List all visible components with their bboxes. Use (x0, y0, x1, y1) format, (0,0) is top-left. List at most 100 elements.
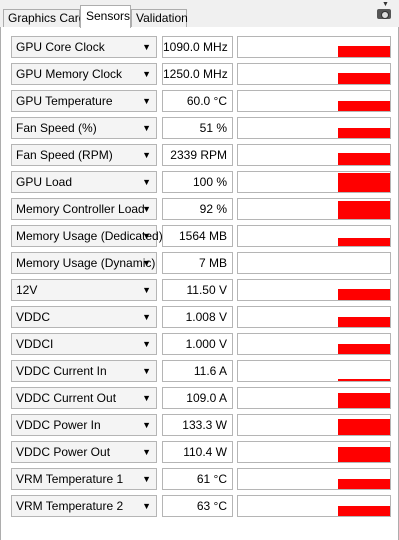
menu-arrow-icon: ▼ (382, 1, 389, 8)
sensor-row: VRM Temperature 1 ▼ 61 °C (1, 468, 399, 490)
sensor-name-dropdown[interactable]: VDDC Current In ▼ (11, 360, 157, 382)
sensor-value: 7 MB (162, 252, 233, 274)
chevron-down-icon: ▼ (142, 96, 151, 106)
sensor-name-dropdown[interactable]: GPU Core Clock ▼ (11, 36, 157, 58)
sensor-name-dropdown[interactable]: GPU Memory Clock ▼ (11, 63, 157, 85)
sensor-value: 133.3 W (162, 414, 233, 436)
sensor-name-dropdown[interactable]: VDDC ▼ (11, 306, 157, 328)
sensor-graph-bar (338, 379, 390, 381)
chevron-down-icon: ▼ (142, 312, 151, 322)
sensor-value: 11.50 V (162, 279, 233, 301)
sensor-name-label: VDDC Current Out (16, 391, 117, 405)
chevron-down-icon: ▼ (142, 285, 151, 295)
sensor-graph-bar (338, 238, 390, 246)
sensor-row: VDDC Power In ▼ 133.3 W (1, 414, 399, 436)
sensor-graph (237, 360, 391, 382)
sensor-graph (237, 333, 391, 355)
sensor-graph (237, 171, 391, 193)
sensor-value: 1090.0 MHz (162, 36, 233, 58)
sensor-name-dropdown[interactable]: VDDCI ▼ (11, 333, 157, 355)
screenshot-button[interactable]: ▼ (371, 0, 396, 20)
sensor-row: VDDC Power Out ▼ 110.4 W (1, 441, 399, 463)
sensor-name-dropdown[interactable]: Memory Usage (Dynamic) ▼ (11, 252, 157, 274)
sensor-row: VDDC Current Out ▼ 109.0 A (1, 387, 399, 409)
tab-sensors[interactable]: Sensors (80, 5, 131, 28)
sensor-row: VRM Temperature 2 ▼ 63 °C (1, 495, 399, 517)
sensor-graph (237, 144, 391, 166)
sensor-value: 63 °C (162, 495, 233, 517)
sensor-name-dropdown[interactable]: VDDC Current Out ▼ (11, 387, 157, 409)
sensor-graph-bar (338, 344, 390, 354)
chevron-down-icon: ▼ (142, 69, 151, 79)
sensor-graph-bar (338, 479, 390, 489)
sensor-graph-bar (338, 317, 390, 327)
chevron-down-icon: ▼ (142, 204, 151, 214)
sensor-graph (237, 468, 391, 490)
sensor-name-label: Fan Speed (%) (16, 121, 97, 135)
sensor-value: 51 % (162, 117, 233, 139)
sensor-name-label: 12V (16, 283, 38, 297)
sensor-value: 109.0 A (162, 387, 233, 409)
chevron-down-icon: ▼ (142, 258, 151, 268)
tab-graphics-card[interactable]: Graphics Card (3, 9, 85, 28)
sensor-name-label: Memory Controller Load (16, 202, 145, 216)
chevron-down-icon: ▼ (142, 447, 151, 457)
chevron-down-icon: ▼ (142, 150, 151, 160)
sensor-row: VDDC ▼ 1.008 V (1, 306, 399, 328)
sensor-name-label: VDDC Current In (16, 364, 107, 378)
sensor-value: 1.000 V (162, 333, 233, 355)
chevron-down-icon: ▼ (142, 123, 151, 133)
sensor-graph-bar (338, 419, 390, 435)
sensor-graph (237, 63, 391, 85)
sensor-graph (237, 414, 391, 436)
sensor-name-dropdown[interactable]: Fan Speed (%) ▼ (11, 117, 157, 139)
sensor-name-dropdown[interactable]: VRM Temperature 1 ▼ (11, 468, 157, 490)
chevron-down-icon: ▼ (142, 366, 151, 376)
sensor-graph-bar (338, 289, 390, 300)
sensor-graph-bar (338, 506, 390, 516)
sensor-value: 1564 MB (162, 225, 233, 247)
sensor-name-dropdown[interactable]: GPU Temperature ▼ (11, 90, 157, 112)
sensor-graph (237, 117, 391, 139)
sensor-graph-bar (338, 447, 390, 462)
sensor-graph-bar (338, 73, 390, 84)
sensor-graph (237, 36, 391, 58)
sensor-row: Fan Speed (%) ▼ 51 % (1, 117, 399, 139)
sensor-name-dropdown[interactable]: VRM Temperature 2 ▼ (11, 495, 157, 517)
sensor-value: 100 % (162, 171, 233, 193)
sensor-graph (237, 306, 391, 328)
chevron-down-icon: ▼ (142, 501, 151, 511)
sensors-panel: GPU Core Clock ▼ 1090.0 MHz GPU Memory Cloc… (0, 27, 399, 540)
sensor-name-dropdown[interactable]: VDDC Power In ▼ (11, 414, 157, 436)
sensor-row: Memory Usage (Dynamic) ▼ 7 MB (1, 252, 399, 274)
sensor-row: VDDC Current In ▼ 11.6 A (1, 360, 399, 382)
sensor-name-dropdown[interactable]: 12V ▼ (11, 279, 157, 301)
chevron-down-icon: ▼ (142, 393, 151, 403)
sensor-name-dropdown[interactable]: Memory Usage (Dedicated) ▼ (11, 225, 163, 247)
sensor-name-label: GPU Load (16, 175, 73, 189)
sensor-graph (237, 495, 391, 517)
sensor-name-label: VRM Temperature 1 (16, 472, 124, 486)
sensor-name-label: Memory Usage (Dedicated) (16, 229, 163, 243)
sensor-graph-bar (338, 101, 390, 111)
chevron-down-icon: ▼ (142, 177, 151, 187)
sensor-row: Memory Usage (Dedicated) ▼ 1564 MB (1, 225, 399, 247)
tab-validation[interactable]: Validation (131, 9, 188, 28)
sensor-value: 110.4 W (162, 441, 233, 463)
sensor-name-dropdown[interactable]: Memory Controller Load ▼ (11, 198, 157, 220)
sensor-graph (237, 441, 391, 463)
sensor-graph (237, 225, 391, 247)
sensor-name-dropdown[interactable]: Fan Speed (RPM) ▼ (11, 144, 157, 166)
sensor-name-dropdown[interactable]: VDDC Power Out ▼ (11, 441, 157, 463)
sensor-value: 2339 RPM (162, 144, 233, 166)
sensor-graph-bar (338, 393, 390, 408)
sensor-name-dropdown[interactable]: GPU Load ▼ (11, 171, 157, 193)
chevron-down-icon: ▼ (142, 420, 151, 430)
sensor-graph-bar (338, 201, 390, 219)
sensor-row: Memory Controller Load ▼ 92 % (1, 198, 399, 220)
sensor-graph (237, 90, 391, 112)
sensor-graph-bar (338, 128, 390, 138)
sensor-value: 1.008 V (162, 306, 233, 328)
sensor-name-label: VDDC Power Out (16, 445, 111, 459)
sensor-graph (237, 279, 391, 301)
